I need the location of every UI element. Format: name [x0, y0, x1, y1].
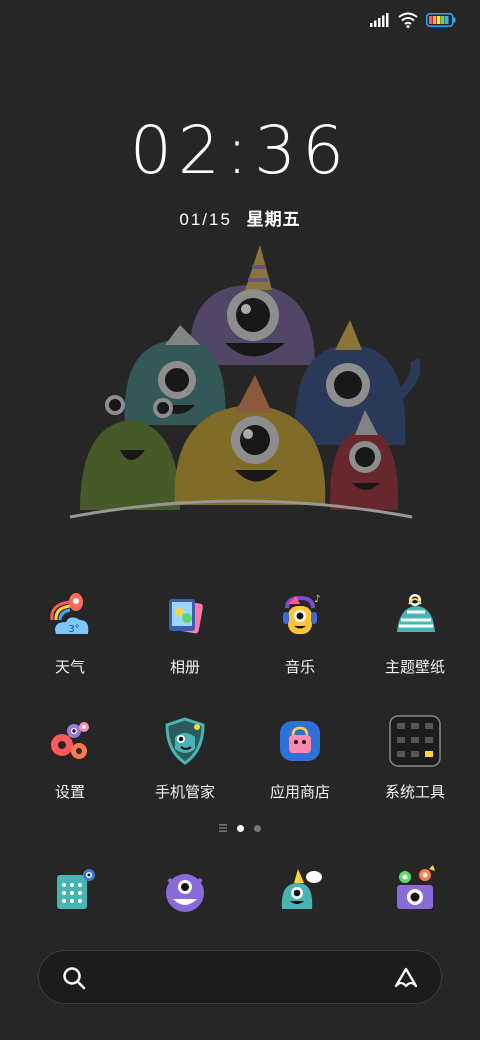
music-icon: ♪	[283, 594, 320, 634]
date-text: 01/15	[179, 210, 232, 229]
page-list-icon	[219, 824, 227, 832]
monster-wallpaper-illustration	[69, 245, 420, 519]
page-dot	[254, 824, 261, 832]
app-settings[interactable]: 设置	[10, 715, 130, 802]
app-label: 音乐	[284, 659, 315, 676]
status-bar	[0, 0, 480, 40]
camera-monster-icon	[397, 865, 435, 909]
dock-camera[interactable]	[355, 865, 475, 917]
app-store-icon	[280, 721, 320, 761]
assistant-icon[interactable]	[393, 965, 419, 991]
theme-wallpaper-icon	[397, 594, 435, 632]
app-label: 系统工具	[384, 784, 445, 801]
settings-icon	[51, 722, 89, 759]
dock-browser[interactable]	[240, 865, 360, 917]
app-phone-manager[interactable]: 手机管家	[125, 715, 245, 802]
app-music[interactable]: ♪ 音乐	[240, 590, 360, 677]
search-icon[interactable]	[61, 965, 87, 991]
search-bar[interactable]	[38, 950, 442, 1004]
app-label: 天气	[54, 659, 85, 676]
app-system-tools-folder[interactable]: 系统工具	[355, 715, 475, 802]
app-label: 应用商店	[269, 784, 330, 801]
gallery-icon	[169, 599, 203, 634]
page-indicator[interactable]	[0, 824, 480, 832]
app-weather[interactable]: 3° 天气	[10, 590, 130, 677]
app-label: 设置	[54, 784, 85, 801]
svg-text:♪: ♪	[314, 594, 320, 605]
clock-time[interactable]: 02:36	[0, 112, 480, 189]
weekday-text: 星期五	[246, 210, 301, 229]
app-theme-wallpaper[interactable]: 主题壁纸	[355, 590, 475, 677]
app-label: 主题壁纸	[384, 659, 445, 676]
page-dot-active	[237, 824, 244, 832]
app-label: 相册	[169, 659, 200, 676]
battery-rainbow-icon	[426, 13, 456, 27]
app-app-store[interactable]: 应用商店	[240, 715, 360, 802]
phone-manager-icon	[165, 717, 205, 765]
system-tools-folder-icon	[389, 715, 441, 767]
signal-bars-icon	[370, 13, 389, 27]
dock-dialer[interactable]	[15, 865, 135, 917]
wifi-icon	[398, 12, 418, 28]
dock-messages[interactable]	[125, 865, 245, 917]
browser-monster-icon	[281, 869, 322, 909]
app-gallery[interactable]: 相册	[125, 590, 245, 677]
weather-temp: 3°	[68, 624, 79, 635]
app-label: 手机管家	[154, 784, 215, 801]
dialer-icon	[57, 869, 95, 909]
weather-icon: 3°	[50, 593, 89, 635]
messages-monster-icon	[166, 874, 204, 912]
status-icons	[370, 12, 456, 28]
date-line[interactable]: 01/15 星期五	[0, 205, 480, 230]
